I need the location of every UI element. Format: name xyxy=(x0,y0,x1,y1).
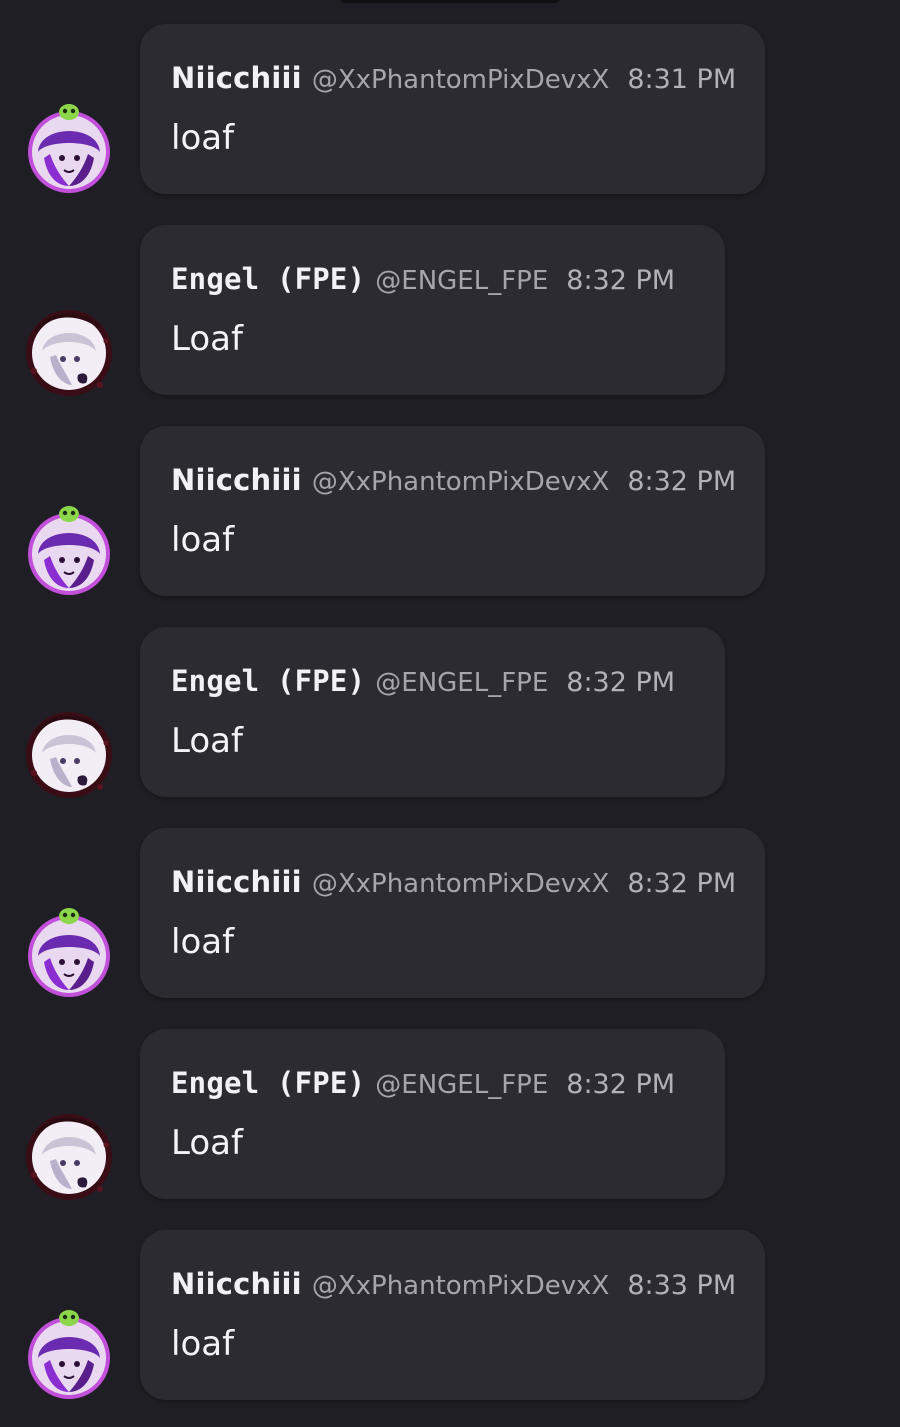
purple-hair-avatar-icon[interactable] xyxy=(20,100,118,198)
message-row: Engel (FPE) @ENGEL_FPE 8:32 PM Loaf xyxy=(0,1029,900,1200)
white-hair-avatar-icon[interactable] xyxy=(20,703,118,801)
timestamp: 8:31 PM xyxy=(627,64,737,95)
message-bubble[interactable]: Engel (FPE) @ENGEL_FPE 8:32 PM Loaf xyxy=(140,627,725,797)
drag-handle[interactable] xyxy=(340,0,560,3)
author-name[interactable]: Engel (FPE) xyxy=(171,262,365,296)
message-header: Engel (FPE) @ENGEL_FPE 8:32 PM xyxy=(171,261,675,297)
message-row: Niicchiii @XxPhantomPixDevxX 8:32 PM loaf xyxy=(0,828,900,999)
timestamp: 8:32 PM xyxy=(566,265,676,296)
author-handle[interactable]: @ENGEL_FPE xyxy=(375,266,548,296)
timestamp: 8:32 PM xyxy=(627,868,737,899)
message-row: Niicchiii @XxPhantomPixDevxX 8:32 PM loaf xyxy=(0,426,900,597)
author-name[interactable]: Niicchiii xyxy=(171,865,302,899)
author-handle[interactable]: @ENGEL_FPE xyxy=(375,668,548,698)
author-name[interactable]: Engel (FPE) xyxy=(171,1066,365,1100)
message-row: Engel (FPE) @ENGEL_FPE 8:32 PM Loaf xyxy=(0,225,900,396)
message-text: loaf xyxy=(171,922,235,962)
author-handle[interactable]: @XxPhantomPixDevxX xyxy=(312,869,610,899)
message-row: Niicchiii @XxPhantomPixDevxX 8:31 PM loaf xyxy=(0,24,900,195)
timestamp: 8:32 PM xyxy=(566,1069,676,1100)
message-bubble[interactable]: Engel (FPE) @ENGEL_FPE 8:32 PM Loaf xyxy=(140,225,725,395)
message-header: Niicchiii @XxPhantomPixDevxX 8:31 PM xyxy=(171,60,736,96)
message-text: Loaf xyxy=(171,1123,243,1163)
purple-hair-avatar-icon[interactable] xyxy=(20,502,118,600)
purple-hair-avatar-icon[interactable] xyxy=(20,904,118,1002)
timestamp: 8:32 PM xyxy=(627,466,737,497)
message-bubble[interactable]: Niicchiii @XxPhantomPixDevxX 8:33 PM loaf xyxy=(140,1230,765,1400)
message-bubble[interactable]: Niicchiii @XxPhantomPixDevxX 8:32 PM loaf xyxy=(140,426,765,596)
author-handle[interactable]: @XxPhantomPixDevxX xyxy=(312,467,610,497)
message-bubble[interactable]: Engel (FPE) @ENGEL_FPE 8:32 PM Loaf xyxy=(140,1029,725,1199)
author-name[interactable]: Niicchiii xyxy=(171,463,302,497)
message-row: Niicchiii @XxPhantomPixDevxX 8:33 PM loaf xyxy=(0,1230,900,1401)
message-row: Engel (FPE) @ENGEL_FPE 8:32 PM Loaf xyxy=(0,627,900,798)
timestamp: 8:32 PM xyxy=(566,667,676,698)
message-text: loaf xyxy=(171,118,235,158)
author-handle[interactable]: @XxPhantomPixDevxX xyxy=(312,65,610,95)
author-name[interactable]: Niicchiii xyxy=(171,1267,302,1301)
message-header: Niicchiii @XxPhantomPixDevxX 8:32 PM xyxy=(171,462,736,498)
message-text: Loaf xyxy=(171,721,243,761)
white-hair-avatar-icon[interactable] xyxy=(20,1105,118,1203)
message-bubble[interactable]: Niicchiii @XxPhantomPixDevxX 8:32 PM loaf xyxy=(140,828,765,998)
author-handle[interactable]: @ENGEL_FPE xyxy=(375,1070,548,1100)
message-bubble[interactable]: Niicchiii @XxPhantomPixDevxX 8:31 PM loaf xyxy=(140,24,765,194)
author-name[interactable]: Engel (FPE) xyxy=(171,664,365,698)
message-text: loaf xyxy=(171,520,235,560)
message-text: Loaf xyxy=(171,319,243,359)
message-header: Niicchiii @XxPhantomPixDevxX 8:32 PM xyxy=(171,864,736,900)
author-name[interactable]: Niicchiii xyxy=(171,61,302,95)
message-header: Engel (FPE) @ENGEL_FPE 8:32 PM xyxy=(171,663,675,699)
message-header: Engel (FPE) @ENGEL_FPE 8:32 PM xyxy=(171,1065,675,1101)
message-header: Niicchiii @XxPhantomPixDevxX 8:33 PM xyxy=(171,1266,736,1302)
purple-hair-avatar-icon[interactable] xyxy=(20,1306,118,1404)
white-hair-avatar-icon[interactable] xyxy=(20,301,118,399)
author-handle[interactable]: @XxPhantomPixDevxX xyxy=(312,1271,610,1301)
timestamp: 8:33 PM xyxy=(627,1270,737,1301)
message-text: loaf xyxy=(171,1324,235,1364)
